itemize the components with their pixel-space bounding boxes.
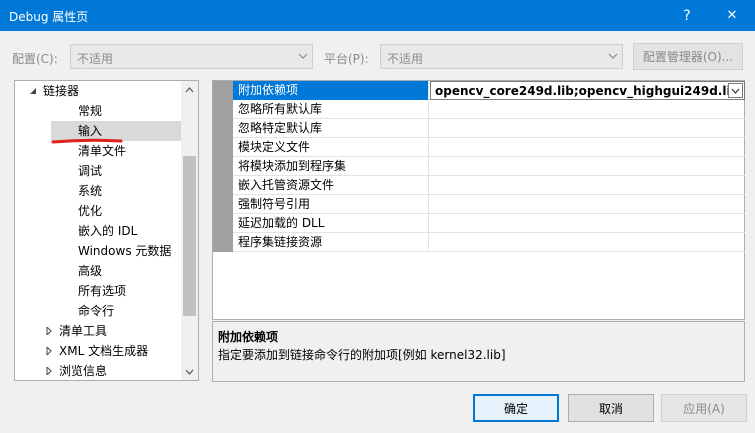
tree-item-label: 所有选项 bbox=[78, 284, 127, 298]
tree-item-debugging[interactable]: 调试 bbox=[78, 161, 102, 181]
tree-item-label: 嵌入的 IDL bbox=[78, 224, 138, 238]
tree-item-label: Windows 元数据 bbox=[78, 244, 172, 258]
tree-item-label: 清单文件 bbox=[78, 144, 127, 158]
chevron-down-icon bbox=[298, 53, 308, 59]
property-name[interactable]: 忽略特定默认库 bbox=[233, 119, 429, 138]
cancel-button[interactable]: 取消 bbox=[568, 394, 654, 422]
tree-item-system[interactable]: 系统 bbox=[78, 181, 102, 201]
property-row-ignore-specific-default-libraries[interactable]: 忽略特定默认库 bbox=[233, 119, 745, 138]
tree-item-linker[interactable]: 链接器 bbox=[30, 81, 80, 101]
property-name[interactable]: 忽略所有默认库 bbox=[233, 100, 429, 119]
property-name[interactable]: 附加依赖项 bbox=[233, 81, 429, 100]
property-name[interactable]: 延迟加载的 DLL bbox=[233, 214, 429, 233]
scroll-thumb[interactable] bbox=[183, 156, 196, 316]
scroll-down-button[interactable] bbox=[181, 363, 198, 380]
property-name[interactable]: 模块定义文件 bbox=[233, 138, 429, 157]
ok-button[interactable]: 确定 bbox=[473, 394, 559, 422]
configuration-manager-button[interactable]: 配置管理器(O)... bbox=[633, 43, 743, 70]
collapsed-triangle-icon[interactable] bbox=[45, 327, 53, 335]
help-icon: ? bbox=[683, 7, 691, 24]
property-name[interactable]: 嵌入托管资源文件 bbox=[233, 176, 429, 195]
property-row-delay-loaded-dlls[interactable]: 延迟加载的 DLL bbox=[233, 214, 745, 233]
collapsed-triangle-icon[interactable] bbox=[45, 347, 53, 355]
property-value[interactable] bbox=[430, 214, 745, 233]
close-button[interactable]: ✕ bbox=[709, 0, 755, 31]
description-text: 指定要添加到链接命令行的附加项[例如 kernel32.lib] bbox=[218, 348, 506, 362]
tree-item-label: 链接器 bbox=[43, 84, 80, 98]
property-value[interactable] bbox=[430, 195, 745, 214]
tree-item-manifest-tool[interactable]: 清单工具 bbox=[46, 321, 108, 341]
property-tree: 链接器 常规 输入 清单文件 调试 系统 优化 嵌入的 IDL Windows … bbox=[14, 80, 199, 381]
property-value[interactable] bbox=[430, 138, 745, 157]
tree-item-windows-metadata[interactable]: Windows 元数据 bbox=[78, 241, 171, 261]
property-name[interactable]: 强制符号引用 bbox=[233, 195, 429, 214]
tree-item-browse-info[interactable]: 浏览信息 bbox=[46, 361, 108, 381]
tree-item-label: 浏览信息 bbox=[59, 364, 108, 378]
property-row-force-symbol-references[interactable]: 强制符号引用 bbox=[233, 195, 745, 214]
property-row-ignore-all-default-libraries[interactable]: 忽略所有默认库 bbox=[233, 100, 745, 119]
tree-item-command-line[interactable]: 命令行 bbox=[78, 301, 114, 321]
config-value: 不适用 bbox=[77, 52, 114, 66]
property-name[interactable]: 将模块添加到程序集 bbox=[233, 157, 429, 176]
grid-gutter bbox=[213, 81, 233, 252]
property-row-embed-managed-resource[interactable]: 嵌入托管资源文件 bbox=[233, 176, 745, 195]
tree-item-xml-doc-generator[interactable]: XML 文档生成器 bbox=[46, 341, 149, 361]
tree-item-label: 优化 bbox=[78, 204, 103, 218]
property-value[interactable] bbox=[430, 157, 745, 176]
tree-item-label: 高级 bbox=[78, 264, 103, 278]
tree-item-label: 输入 bbox=[78, 124, 103, 138]
tree-item-label: 命令行 bbox=[78, 304, 115, 318]
tree-item-optimization[interactable]: 优化 bbox=[78, 201, 102, 221]
tree-item-embedded-idl[interactable]: 嵌入的 IDL bbox=[78, 221, 137, 241]
description-title: 附加依赖项 bbox=[218, 330, 279, 344]
tree-item-label: 调试 bbox=[78, 164, 103, 178]
tree-item-manifest-file[interactable]: 清单文件 bbox=[78, 141, 126, 161]
platform-label: 平台(P): bbox=[324, 52, 369, 66]
red-underline-annotation bbox=[51, 138, 123, 144]
scroll-up-button[interactable] bbox=[181, 81, 198, 98]
property-name[interactable]: 程序集链接资源 bbox=[233, 233, 429, 252]
description-panel: 附加依赖项 指定要添加到链接命令行的附加项[例如 kernel32.lib] bbox=[212, 321, 745, 382]
apply-button[interactable]: 应用(A) bbox=[661, 394, 747, 422]
title-bar: Debug 属性页 ? ✕ bbox=[0, 0, 755, 31]
property-row-add-module-to-assembly[interactable]: 将模块添加到程序集 bbox=[233, 157, 745, 176]
tree-scrollbar[interactable] bbox=[181, 81, 198, 380]
property-value[interactable] bbox=[430, 233, 745, 252]
tree-item-label: 常规 bbox=[78, 104, 103, 118]
property-row-assembly-link-resource[interactable]: 程序集链接资源 bbox=[233, 233, 745, 252]
collapsed-triangle-icon[interactable] bbox=[45, 367, 53, 375]
property-value[interactable]: opencv_core249d.lib;opencv_highgui249d.l… bbox=[435, 84, 744, 98]
close-icon: ✕ bbox=[726, 8, 738, 23]
help-button[interactable]: ? bbox=[664, 0, 710, 31]
property-grid: 附加依赖项 opencv_core249d.lib;opencv_highgui… bbox=[212, 80, 745, 320]
property-value[interactable] bbox=[430, 100, 745, 119]
tree-item-label: XML 文档生成器 bbox=[59, 344, 149, 358]
expanded-triangle-icon[interactable] bbox=[29, 87, 37, 95]
tree-item-advanced[interactable]: 高级 bbox=[78, 261, 102, 281]
property-value-editor[interactable]: opencv_core249d.lib;opencv_highgui249d.l… bbox=[430, 81, 745, 100]
platform-value: 不适用 bbox=[387, 52, 424, 66]
tree-item-general[interactable]: 常规 bbox=[78, 101, 102, 121]
value-dropdown-button[interactable] bbox=[728, 83, 743, 98]
tree-item-all-options[interactable]: 所有选项 bbox=[78, 281, 126, 301]
tree-item-label: 清单工具 bbox=[59, 324, 108, 338]
chevron-down-icon bbox=[608, 53, 618, 59]
chevron-down-icon bbox=[185, 369, 194, 375]
chevron-down-icon bbox=[731, 88, 740, 94]
config-dropdown[interactable]: 不适用 bbox=[70, 44, 313, 69]
property-row-additional-dependencies[interactable]: 附加依赖项 opencv_core249d.lib;opencv_highgui… bbox=[233, 81, 745, 100]
platform-dropdown[interactable]: 不适用 bbox=[380, 44, 623, 69]
chevron-up-icon bbox=[185, 86, 194, 92]
tree-item-label: 系统 bbox=[78, 184, 103, 198]
window-title: Debug 属性页 bbox=[9, 10, 89, 24]
property-row-module-definition-file[interactable]: 模块定义文件 bbox=[233, 138, 745, 157]
config-label: 配置(C): bbox=[12, 52, 58, 66]
property-value[interactable] bbox=[430, 176, 745, 195]
property-value[interactable] bbox=[430, 119, 745, 138]
